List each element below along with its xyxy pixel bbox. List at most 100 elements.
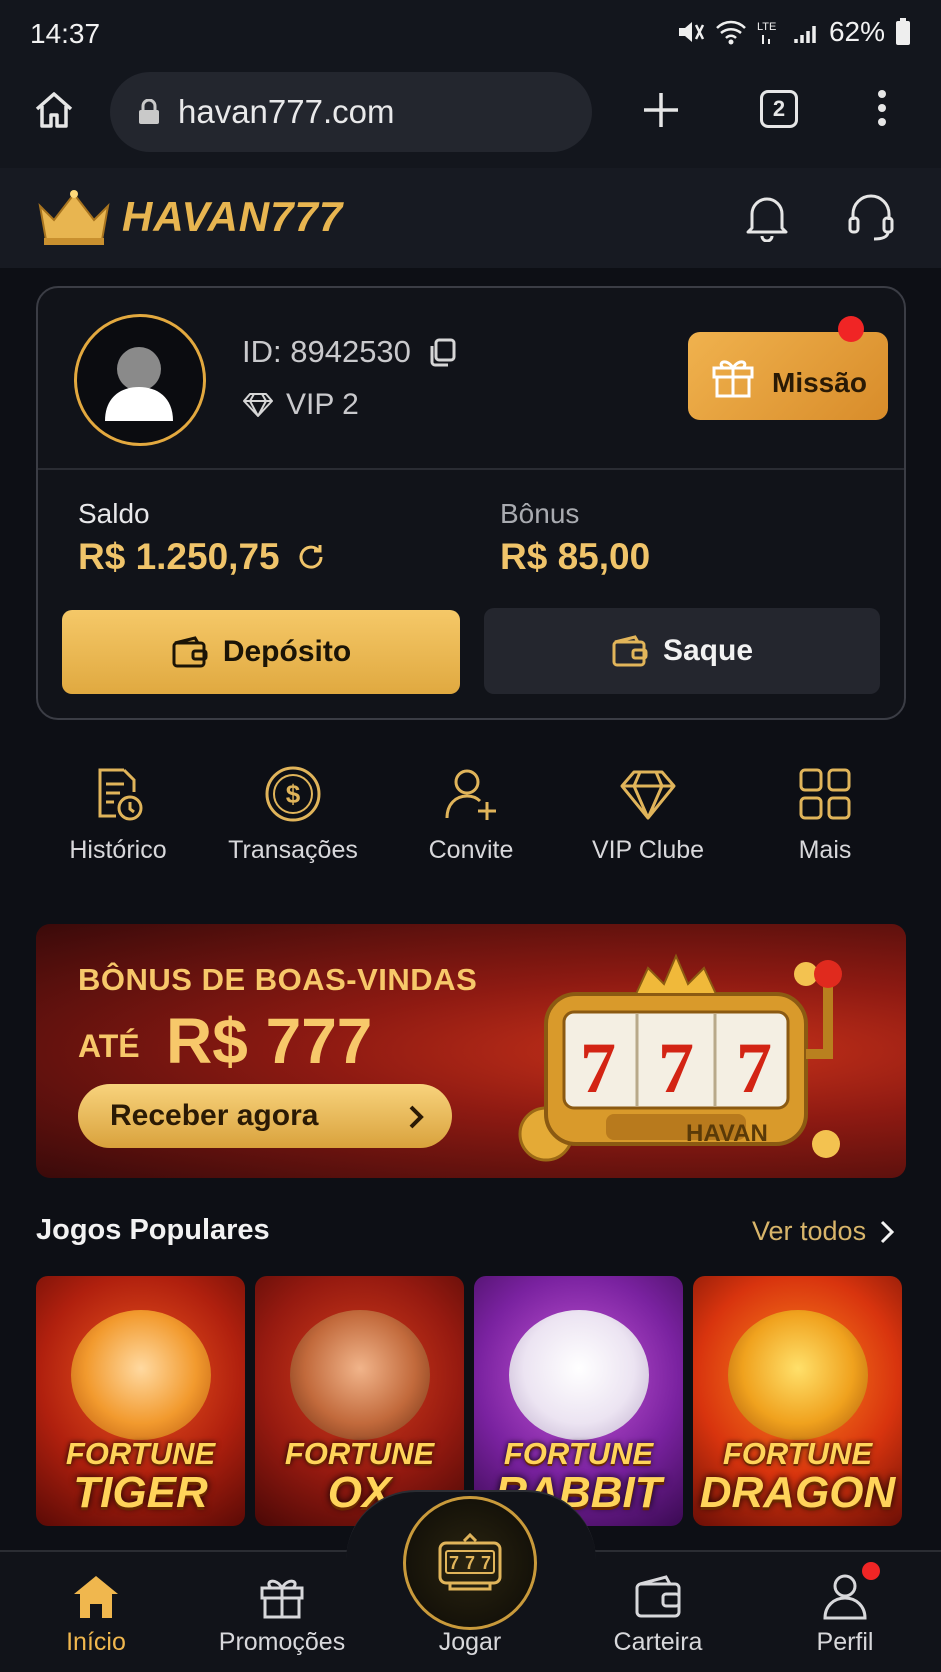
svg-text:7: 7 — [465, 1553, 475, 1573]
mute-icon — [678, 22, 705, 42]
wallet-icon — [635, 1575, 681, 1618]
game-title-line1: FORTUNE — [503, 1436, 654, 1471]
quick-action-label: Histórico — [69, 836, 167, 864]
address-bar[interactable]: havan777.com — [110, 72, 592, 152]
status-icons: LTE 62% — [675, 16, 911, 48]
game-card-fortune-tiger[interactable]: FORTUNE TIGER — [36, 1276, 245, 1526]
nav-promotions-label: Promoções — [218, 1628, 346, 1656]
quick-action-label: Transações — [228, 836, 358, 864]
games-row: FORTUNE TIGER FORTUNE OX FORTUNE RABBIT … — [36, 1276, 906, 1526]
bonus-value: R$ 85,00 — [500, 536, 651, 577]
history-doc-icon — [98, 768, 143, 821]
welcome-bonus-banner[interactable]: BÔNUS DE BOAS-VINDAS ATÉ R$ 777 Receber … — [36, 924, 906, 1178]
svg-text:7: 7 — [658, 1028, 694, 1108]
banner-amount: R$ 777 — [166, 1005, 373, 1077]
dollar-circle-icon: $ — [265, 766, 321, 822]
rabbit-art — [508, 1310, 649, 1440]
quick-action-history[interactable]: Histórico — [28, 764, 208, 865]
home-icon[interactable] — [32, 88, 76, 132]
logo[interactable]: HAVAN777 — [36, 188, 343, 246]
browser-toolbar: havan777.com 2 — [0, 64, 941, 168]
nav-promotions[interactable]: Promoções — [202, 1572, 362, 1657]
profile-notification-dot — [862, 1562, 880, 1580]
lock-icon — [139, 99, 159, 124]
svg-text:$: $ — [286, 779, 301, 809]
dragon-art — [727, 1310, 868, 1440]
mission-button[interactable]: Missão — [688, 332, 888, 420]
bell-icon[interactable] — [744, 192, 790, 242]
slot-label: HAVAN — [686, 1120, 768, 1147]
headset-icon[interactable] — [846, 192, 896, 242]
game-title-line1: FORTUNE — [284, 1436, 435, 1471]
claim-now-button[interactable]: Receber agora — [78, 1084, 452, 1148]
ox-art — [289, 1310, 430, 1440]
add-user-icon — [445, 769, 496, 820]
tiger-art — [70, 1310, 211, 1440]
quick-action-transactions[interactable]: $ Transações — [203, 764, 383, 865]
user-id: ID: 8942530 — [242, 334, 457, 370]
nav-profile[interactable]: Perfil — [765, 1572, 925, 1657]
nav-play-label: Jogar — [438, 1628, 502, 1656]
quick-action-invite[interactable]: Convite — [381, 764, 561, 865]
refresh-icon[interactable] — [296, 542, 326, 572]
balance-amount: R$ 1.250,75 — [78, 536, 280, 577]
quick-action-vip-club[interactable]: VIP Clube — [558, 764, 738, 865]
user-id-text: ID: 8942530 — [242, 334, 411, 369]
user-icon — [823, 1574, 867, 1620]
banner-prefix: ATÉ — [78, 1028, 140, 1064]
play-button[interactable]: 7 7 7 — [403, 1496, 537, 1630]
game-title-line2: TIGER — [73, 1468, 208, 1517]
home-filled-icon — [74, 1576, 118, 1618]
game-card-fortune-ox[interactable]: FORTUNE OX — [255, 1276, 464, 1526]
deposit-button[interactable]: Depósito — [62, 610, 460, 694]
see-all-link[interactable]: Ver todos — [752, 1216, 895, 1247]
withdraw-button[interactable]: Saque — [484, 608, 880, 694]
quick-action-label: Mais — [798, 836, 852, 864]
game-title-line1: FORTUNE — [65, 1436, 216, 1471]
copy-icon[interactable] — [427, 337, 457, 367]
game-card-fortune-dragon[interactable]: FORTUNE DRAGON — [693, 1276, 902, 1526]
balance-value: R$ 1.250,75 — [78, 536, 326, 578]
site-header: HAVAN777 — [0, 168, 941, 268]
tab-count-button[interactable]: 2 — [760, 90, 798, 128]
user-avatar-icon — [105, 347, 173, 421]
nav-wallet[interactable]: Carteira — [578, 1572, 738, 1657]
svg-text:7: 7 — [736, 1028, 772, 1108]
banner-headline: BÔNUS DE BOAS-VINDAS — [78, 962, 478, 997]
quick-actions: Histórico $ Transações Convite VIP Clube… — [0, 764, 941, 884]
quick-action-label: VIP Clube — [591, 836, 705, 864]
status-time: 14:37 — [30, 18, 101, 49]
battery-icon — [896, 18, 910, 45]
svg-text:7: 7 — [481, 1553, 491, 1573]
chevron-right-icon — [409, 1105, 424, 1129]
grid-icon — [799, 768, 851, 820]
quick-action-more[interactable]: Mais — [735, 764, 915, 865]
wifi-icon — [716, 20, 746, 45]
logo-text: HAVAN777 — [122, 193, 344, 240]
nav-home[interactable]: Início — [16, 1572, 176, 1657]
account-card: ID: 8942530 VIP 2 Missão Saldo R$ 1.250,… — [36, 286, 906, 720]
wallet-out-icon — [612, 635, 648, 667]
vip-level[interactable]: VIP 2 — [242, 388, 359, 422]
gift-icon — [260, 1579, 304, 1619]
game-title-line2: DRAGON — [699, 1468, 896, 1517]
url-text: havan777.com — [178, 93, 395, 130]
nav-profile-label: Perfil — [816, 1628, 874, 1656]
avatar[interactable] — [74, 314, 206, 446]
section-title: Jogos Populares — [36, 1214, 270, 1246]
game-card-fortune-rabbit[interactable]: FORTUNE RABBIT — [474, 1276, 683, 1526]
gift-icon — [712, 360, 754, 398]
signal-icon — [794, 26, 816, 43]
slot-machine-icon: 7 7 7 — [438, 1533, 502, 1591]
game-title-line1: FORTUNE — [722, 1436, 873, 1471]
svg-text:LTE: LTE — [757, 21, 776, 33]
card-divider — [38, 468, 904, 470]
nav-home-label: Início — [66, 1628, 126, 1656]
nav-wallet-label: Carteira — [613, 1628, 703, 1656]
new-tab-icon[interactable] — [640, 89, 682, 131]
deposit-label: Depósito — [222, 635, 352, 668]
notification-dot — [838, 316, 864, 342]
more-vert-icon[interactable] — [876, 88, 888, 128]
quick-action-label: Convite — [428, 836, 514, 864]
balance-label: Saldo — [78, 498, 150, 529]
